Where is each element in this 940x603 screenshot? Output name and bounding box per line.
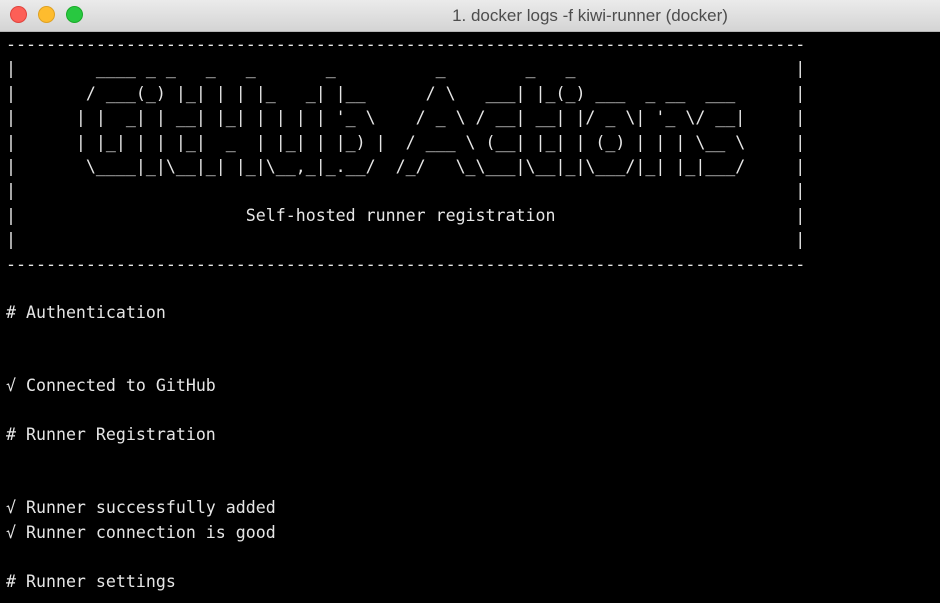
terminal-output[interactable]: ----------------------------------------… (6, 33, 936, 603)
title-bar[interactable]: 1. docker logs -f kiwi-runner (docker) (0, 0, 940, 32)
banner-ascii-art-line: | \____|_|\__|_| |_|\__,_|_.__/ /_/ \_\_… (6, 156, 806, 176)
banner-ascii-art-line: | | |_| | | |_| _ | |_| | |_) | / ___ \ … (6, 132, 806, 152)
status-connected-to-github: √ Connected to GitHub (6, 376, 216, 396)
banner-ascii-art-line: | ____ _ _ _ _ _ _ _ _ | (6, 59, 806, 79)
section-heading-runner-registration: # Runner Registration (6, 425, 216, 445)
status-runner-connection: √ Runner connection is good (6, 522, 276, 542)
banner-ascii-art-line: | | | _| | __| |_| | | | | '_ \ / _ \ / … (6, 108, 806, 128)
banner-ascii-art-line: | / ___(_) |_| | | |_ _| |__ / \ ___| |_… (6, 83, 806, 103)
banner-blank-line: | | (6, 230, 806, 250)
terminal-window: 1. docker logs -f kiwi-runner (docker) -… (0, 0, 940, 603)
status-runner-added: √ Runner successfully added (6, 498, 276, 518)
section-heading-authentication: # Authentication (6, 303, 166, 323)
banner-subtitle: | Self-hosted runner registration | (6, 205, 806, 225)
banner-bottom-border: ----------------------------------------… (6, 254, 806, 274)
window-title: 1. docker logs -f kiwi-runner (docker) (452, 6, 728, 25)
section-heading-runner-settings: # Runner settings (6, 571, 176, 591)
banner-blank-line: | | (6, 181, 806, 201)
banner-top-border: ----------------------------------------… (6, 35, 806, 54)
